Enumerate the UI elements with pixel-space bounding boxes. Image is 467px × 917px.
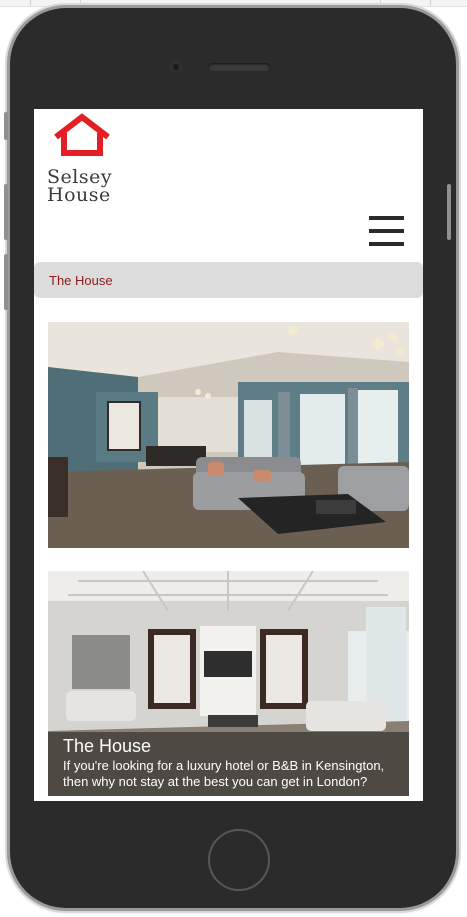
home-button[interactable]: [208, 829, 270, 891]
breadcrumb: The House: [34, 262, 423, 298]
mute-button: [4, 254, 8, 310]
breadcrumb-current[interactable]: The House: [49, 273, 113, 288]
house-logo-icon: [54, 113, 110, 156]
caption-text: If you're looking for a luxury hotel or …: [63, 758, 385, 789]
front-camera: [170, 61, 182, 73]
photo-caption: The House If you're looking for a luxury…: [48, 732, 409, 796]
hamburger-menu-icon[interactable]: [369, 216, 404, 247]
caption-title[interactable]: The House: [63, 736, 395, 756]
phone-screen: Selsey House The House The House If you'…: [34, 109, 423, 801]
site-logo[interactable]: Selsey House: [46, 113, 116, 205]
living-room-photo[interactable]: [48, 322, 409, 548]
power-button: [447, 184, 451, 240]
earpiece-speaker: [208, 63, 270, 71]
volume-down-button: [4, 184, 8, 240]
logo-text-line2: House: [47, 184, 111, 206]
white-lounge-photo[interactable]: The House If you're looking for a luxury…: [48, 571, 409, 796]
volume-up-button: [4, 112, 8, 140]
browser-top-strip: [0, 0, 467, 7]
